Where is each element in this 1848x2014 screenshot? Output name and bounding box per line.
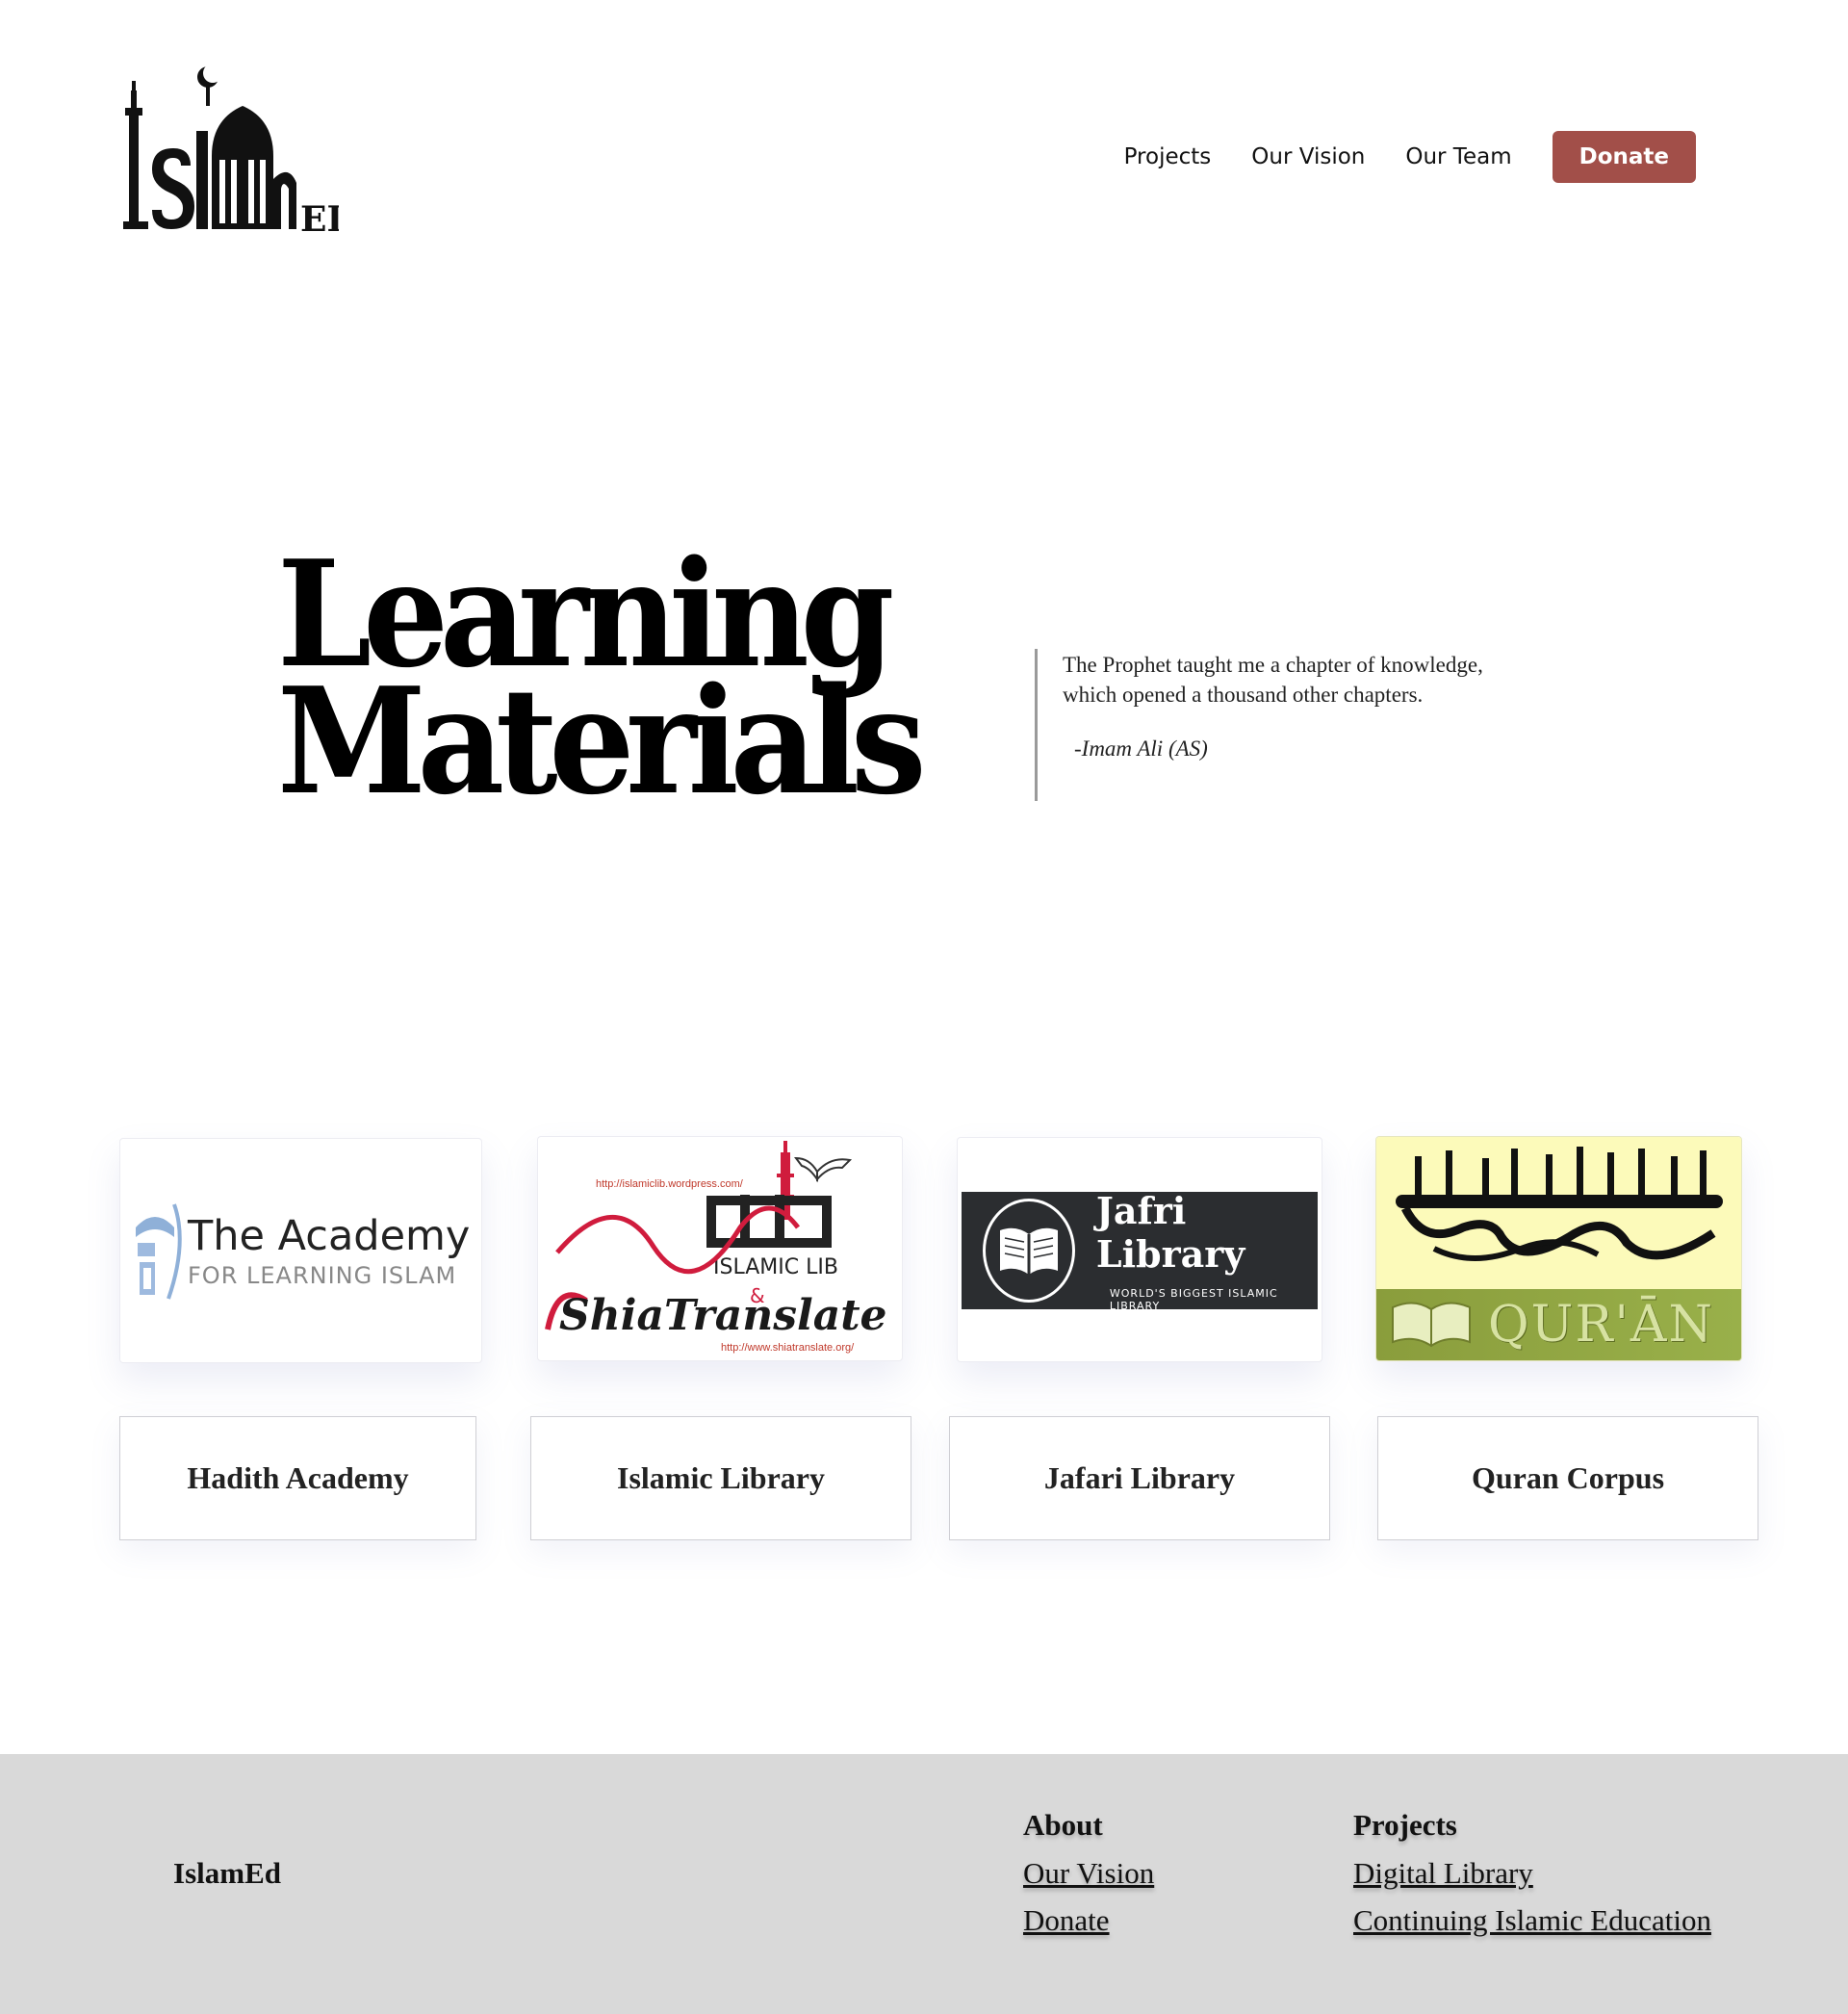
jafri-library-banner: Jafri Library WORLD'S BIGGEST ISLAMIC LI… [962, 1189, 1318, 1312]
svg-text:ED: ED [300, 199, 339, 233]
footer-about-heading: About [1023, 1808, 1103, 1842]
donate-button[interactable]: Donate [1552, 131, 1696, 183]
academy-logo: The Academy FOR LEARNING ISLAM [120, 1139, 481, 1362]
quote-attribution: -Imam Ali (AS) [1074, 736, 1208, 761]
academy-emblem-icon [136, 1203, 182, 1300]
quran-title-panel: QUR'ĀN [1376, 1289, 1741, 1360]
nav-link-our-vision[interactable]: Our Vision [1251, 144, 1365, 169]
footer-projects-heading: Projects [1353, 1808, 1457, 1842]
islamic-lib-logo-title: ISLAMIC LIB [713, 1255, 838, 1279]
main-nav: Projects Our Vision Our Team Donate [1084, 131, 1696, 183]
islamic-lib-logo-script: ShiaTranslate [559, 1291, 887, 1340]
footer-link-digital-library[interactable]: Digital Library [1353, 1856, 1711, 1891]
footer-brand[interactable]: IslamEd [173, 1856, 281, 1891]
quran-book-icon [1392, 1302, 1471, 1348]
academy-logo-title: The Academy [188, 1212, 471, 1260]
nav-link-projects[interactable]: Projects [1124, 144, 1212, 169]
hero-quote: The Prophet taught me a chapter of knowl… [1035, 649, 1497, 801]
card-image-hadith-academy[interactable]: The Academy FOR LEARNING ISLAM [119, 1138, 482, 1363]
quran-calligraphy-panel [1376, 1137, 1741, 1289]
card-image-quran-corpus[interactable]: QUR'ĀN [1375, 1136, 1742, 1361]
page-title-line-2: Materials [277, 655, 927, 827]
footer-link-donate[interactable]: Donate [1023, 1903, 1154, 1938]
nav-link-our-team[interactable]: Our Team [1405, 144, 1511, 169]
islamed-logo[interactable]: ED [119, 64, 357, 240]
islamic-lib-logo-icon: http://islamiclib.wordpress.com/ ISLAMIC… [545, 1141, 887, 1354]
jafri-logo-subtitle: WORLD'S BIGGEST ISLAMIC LIBRARY [1109, 1287, 1278, 1312]
jafri-logo-title: Jafri Library [1095, 1189, 1245, 1276]
card-label-jafari-library[interactable]: Jafari Library [949, 1416, 1330, 1540]
footer-link-our-vision[interactable]: Our Vision [1023, 1856, 1154, 1891]
arabic-calligraphy-icon [1396, 1147, 1723, 1261]
mosque-logo-icon: ED [123, 64, 357, 240]
card-label-islamic-library[interactable]: Islamic Library [530, 1416, 911, 1540]
page-title: Learning Materials [277, 541, 927, 827]
card-image-islamic-library[interactable]: http://islamiclib.wordpress.com/ ISLAMIC… [537, 1136, 903, 1361]
card-image-jafari-library[interactable]: Jafri Library WORLD'S BIGGEST ISLAMIC LI… [957, 1137, 1322, 1362]
site-footer: IslamEd About Our Vision Donate Projects… [0, 1754, 1848, 2014]
islamic-lib-url-top: http://islamiclib.wordpress.com/ [596, 1178, 744, 1190]
quote-text: The Prophet taught me a chapter of knowl… [1063, 653, 1483, 707]
footer-projects-column: Projects Digital Library Continuing Isla… [1353, 1808, 1711, 1950]
card-label-hadith-academy[interactable]: Hadith Academy [119, 1416, 476, 1540]
quran-logo-word: QUR'ĀN [1488, 1296, 1714, 1354]
footer-link-continuing-islamic-education[interactable]: Continuing Islamic Education [1353, 1903, 1711, 1938]
footer-about-column: About Our Vision Donate [1023, 1808, 1154, 1950]
islamic-lib-url-bottom: http://www.shiatranslate.org/ [721, 1342, 855, 1354]
academy-logo-subtitle: FOR LEARNING ISLAM [188, 1262, 457, 1289]
card-label-quran-corpus[interactable]: Quran Corpus [1377, 1416, 1758, 1540]
open-book-icon [983, 1199, 1075, 1303]
